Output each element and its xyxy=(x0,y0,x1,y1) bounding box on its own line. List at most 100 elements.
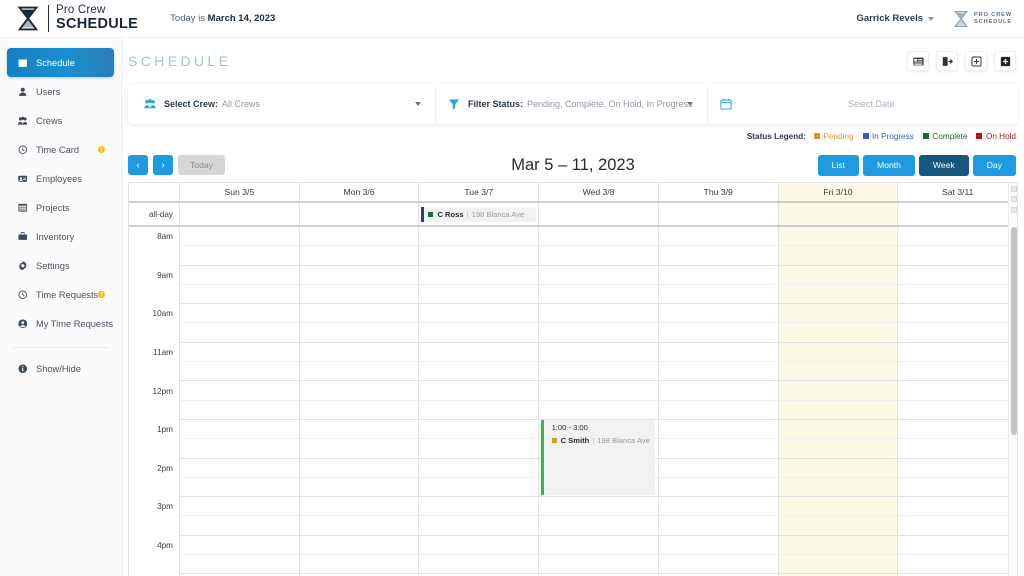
calendar-cell[interactable] xyxy=(419,497,540,517)
day-header-fri[interactable]: Fri 3/10 xyxy=(778,183,899,201)
sidebar-item-projects[interactable]: Projects xyxy=(7,193,114,222)
calendar-cell[interactable] xyxy=(898,362,1018,382)
crew-filter[interactable]: Select Crew: All Crews xyxy=(128,84,435,124)
calendar-cell[interactable] xyxy=(778,400,899,420)
calendar-cell[interactable] xyxy=(778,284,899,305)
calendar-cell[interactable] xyxy=(180,323,300,343)
calendar-cell[interactable] xyxy=(539,265,659,285)
calendar-cell[interactable] xyxy=(898,420,1018,440)
all-day-cell-mon[interactable] xyxy=(300,203,420,225)
all-day-cell-sun[interactable] xyxy=(180,203,300,225)
status-filter[interactable]: Filter Status: Pending, Complete, On Hol… xyxy=(435,84,707,124)
calendar-cell[interactable] xyxy=(778,323,899,343)
calendar-cell[interactable] xyxy=(539,400,659,420)
sidebar-item-my-time-requests[interactable]: My Time Requests xyxy=(7,309,114,338)
all-day-cell-thu[interactable] xyxy=(659,203,779,225)
sidebar-item-time-card[interactable]: Time Card ! xyxy=(7,135,114,164)
calendar-cell[interactable] xyxy=(419,265,540,285)
calendar-cell[interactable] xyxy=(539,342,659,363)
calendar-cell[interactable] xyxy=(299,342,420,363)
calendar-cell[interactable] xyxy=(778,304,899,324)
calendar-cell[interactable] xyxy=(180,516,300,536)
scrollbar-thumb[interactable] xyxy=(1010,227,1017,435)
calendar-cell[interactable] xyxy=(898,555,1018,575)
sidebar-item-users[interactable]: Users xyxy=(7,77,114,106)
view-week-button[interactable]: Week xyxy=(918,154,969,176)
calendar-cell[interactable] xyxy=(539,304,659,324)
day-header-thu[interactable]: Thu 3/9 xyxy=(659,183,779,201)
calendar-cell[interactable] xyxy=(180,419,300,440)
calendar-cell[interactable] xyxy=(898,227,1018,247)
calendar-cell[interactable] xyxy=(778,227,899,247)
calendar-cell[interactable] xyxy=(180,439,300,459)
event-all-day-c-ross[interactable]: C Ross | 198 Blanca Ave xyxy=(421,206,537,222)
calendar-cell[interactable] xyxy=(419,227,540,247)
calendar-cell[interactable] xyxy=(778,555,899,575)
calendar-cell[interactable] xyxy=(299,477,420,498)
calendar-cell[interactable] xyxy=(898,381,1018,401)
calendar-cell[interactable] xyxy=(419,477,540,498)
calendar-cell[interactable] xyxy=(898,439,1018,459)
all-day-cell-wed[interactable] xyxy=(539,203,659,225)
calendar-cell[interactable] xyxy=(539,381,659,401)
event-block-c-smith[interactable]: 1:00 - 3:00 C Smith | 198 Blanca Ave xyxy=(540,420,656,496)
calendar-cell[interactable] xyxy=(658,458,779,478)
calendar-cell[interactable] xyxy=(778,265,899,285)
calendar-cell[interactable] xyxy=(898,478,1018,498)
calendar-cell[interactable] xyxy=(658,400,779,420)
calendar-cell[interactable] xyxy=(299,284,420,305)
calendar-cell[interactable] xyxy=(180,246,300,266)
view-day-button[interactable]: Day xyxy=(972,154,1016,176)
sidebar-item-inventory[interactable]: Inventory xyxy=(7,222,114,251)
calendar-cell[interactable] xyxy=(898,497,1018,517)
calendar-cell[interactable] xyxy=(778,535,899,556)
calendar-cell[interactable] xyxy=(419,535,540,556)
calendar-cell[interactable] xyxy=(539,497,659,517)
view-month-button[interactable]: Month xyxy=(863,154,915,176)
calendar-cell[interactable] xyxy=(658,477,779,498)
calendar-cell[interactable] xyxy=(180,535,300,556)
calendar-cell[interactable] xyxy=(180,497,300,517)
calendar-cell[interactable] xyxy=(898,246,1018,266)
user-menu-label[interactable]: Garrick Revels xyxy=(856,13,923,24)
calendar-cell[interactable] xyxy=(299,516,420,536)
calendar-cell[interactable] xyxy=(180,304,300,324)
calendar-cell[interactable] xyxy=(539,323,659,343)
day-header-mon[interactable]: Mon 3/6 xyxy=(300,183,420,201)
calendar-scrollbar[interactable] xyxy=(1008,183,1017,576)
app-logo[interactable]: Pro Crew SCHEDULE xyxy=(14,5,138,32)
calendar-cell[interactable] xyxy=(419,362,540,382)
calendar-cell[interactable] xyxy=(299,323,420,343)
calendar-cell[interactable] xyxy=(419,284,540,305)
calendar-cell[interactable] xyxy=(419,516,540,536)
calendar-cell[interactable] xyxy=(180,400,300,420)
list-detail-icon[interactable] xyxy=(907,51,929,71)
calendar-cell[interactable] xyxy=(658,304,779,324)
calendar-cell[interactable] xyxy=(778,477,899,498)
all-day-cell-sat[interactable] xyxy=(898,203,1017,225)
calendar-cell[interactable] xyxy=(658,265,779,285)
today-button[interactable]: Today xyxy=(178,155,225,175)
calendar-cell[interactable] xyxy=(778,458,899,478)
calendar-cell[interactable] xyxy=(539,555,659,575)
calendar-cell[interactable] xyxy=(419,323,540,343)
calendar-cell[interactable] xyxy=(539,516,659,536)
chevron-down-icon[interactable] xyxy=(928,16,935,21)
calendar-cell[interactable] xyxy=(419,458,540,478)
calendar-cell[interactable] xyxy=(419,555,540,575)
all-day-cell-fri[interactable] xyxy=(778,203,899,225)
scroll-up-arrow-icon[interactable] xyxy=(1010,186,1017,192)
view-list-button[interactable]: List xyxy=(817,154,859,176)
calendar-cell[interactable] xyxy=(299,439,420,459)
sidebar-item-settings[interactable]: Settings xyxy=(7,251,114,280)
calendar-cell[interactable] xyxy=(778,419,899,440)
calendar-cell[interactable] xyxy=(419,246,540,266)
calendar-cell[interactable] xyxy=(299,497,420,517)
calendar-cell[interactable] xyxy=(180,458,300,478)
sidebar-item-crews[interactable]: Crews xyxy=(7,106,114,135)
day-header-sun[interactable]: Sun 3/5 xyxy=(180,183,300,201)
add-outline-icon[interactable] xyxy=(965,51,987,71)
calendar-cell[interactable] xyxy=(898,285,1018,305)
calendar-cell[interactable] xyxy=(898,343,1018,363)
calendar-cell[interactable] xyxy=(419,304,540,324)
